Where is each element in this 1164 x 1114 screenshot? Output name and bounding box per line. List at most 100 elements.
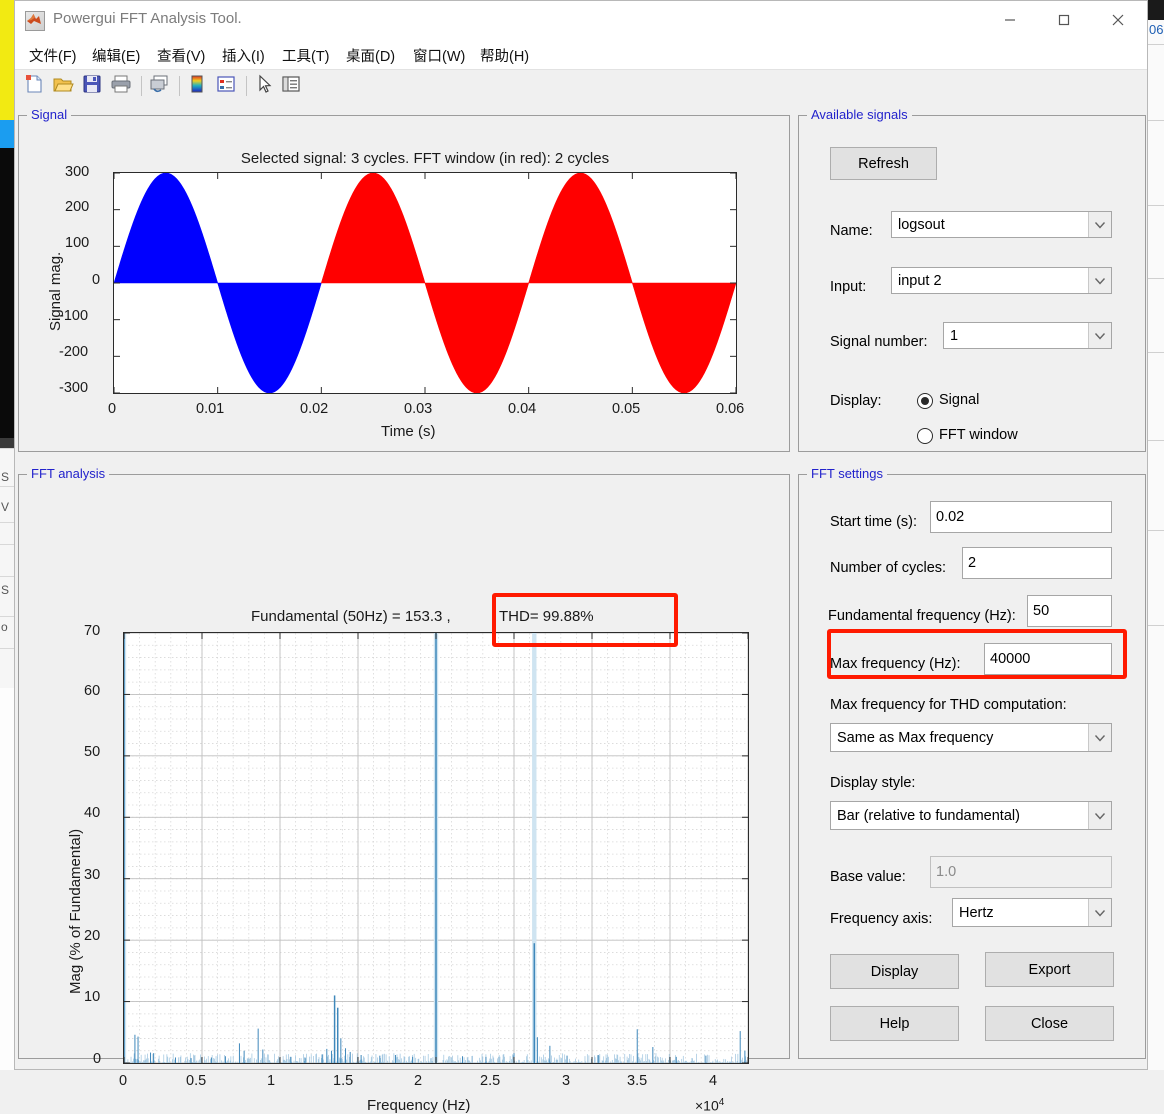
fft-plot-axes bbox=[123, 632, 749, 1064]
menu-view[interactable]: 查看(V) bbox=[151, 43, 211, 69]
chevron-down-icon[interactable] bbox=[1088, 724, 1111, 751]
radio-signal-label: Signal bbox=[939, 392, 980, 408]
fft-plot-title-fundamental: Fundamental (50Hz) = 153.3 , bbox=[251, 608, 451, 625]
powergui-fft-window: Powergui FFT Analysis Tool. 文件(F) 编辑(E) … bbox=[14, 0, 1148, 1114]
chevron-down-icon[interactable] bbox=[1088, 268, 1111, 293]
radio-signal-dot bbox=[921, 397, 929, 405]
fft-xtick-0: 0 bbox=[119, 1073, 128, 1089]
fft-plot-title-thd: THD= 99.88% bbox=[499, 608, 594, 625]
print-figure-icon[interactable] bbox=[110, 73, 136, 99]
save-figure-icon[interactable] bbox=[81, 73, 107, 99]
fft-ytick-40: 40 bbox=[84, 805, 101, 821]
signal-number-dropdown-value: 1 bbox=[950, 327, 959, 344]
fft-xtick-4: 4 bbox=[709, 1073, 718, 1089]
open-file-icon[interactable] bbox=[52, 73, 78, 99]
colorbar-icon[interactable] bbox=[186, 73, 212, 99]
signal-ytick-200: 200 bbox=[65, 199, 90, 215]
fft-xtick-2: 2 bbox=[414, 1073, 423, 1089]
fft-xtick-15: 1.5 bbox=[333, 1073, 354, 1089]
fft-xaxis-exponent: ×104 bbox=[695, 1097, 724, 1114]
menu-insert[interactable]: 插入(I) bbox=[216, 43, 271, 69]
frequency-axis-label: Frequency axis: bbox=[830, 911, 933, 927]
input-dropdown-value: input 2 bbox=[898, 272, 942, 289]
display-style-dropdown[interactable]: Bar (relative to fundamental) bbox=[830, 801, 1112, 830]
background-blue-area bbox=[0, 120, 14, 148]
signal-plot-title: Selected signal: 3 cycles. FFT window (i… bbox=[240, 150, 610, 167]
fft-ytick-20: 20 bbox=[84, 928, 101, 944]
fft-ytick-60: 60 bbox=[84, 683, 101, 699]
link-plot-icon[interactable] bbox=[148, 73, 174, 99]
background-gray-area bbox=[0, 438, 14, 448]
number-of-cycles-field[interactable]: 2 bbox=[962, 547, 1112, 579]
name-dropdown[interactable]: logsout bbox=[891, 211, 1112, 238]
fft-xaxis-exponent-base: ×10 bbox=[695, 1097, 719, 1114]
signal-number-dropdown[interactable]: 1 bbox=[943, 322, 1112, 349]
fft-xtick-35: 3.5 bbox=[627, 1073, 648, 1089]
chevron-down-icon[interactable] bbox=[1088, 802, 1111, 829]
fundamental-frequency-label: Fundamental frequency (Hz): bbox=[828, 608, 1016, 624]
fft-ytick-30: 30 bbox=[84, 867, 101, 883]
menu-tools[interactable]: 工具(T) bbox=[276, 43, 336, 69]
title-bar: Powergui FFT Analysis Tool. bbox=[15, 1, 1147, 65]
legend-icon[interactable] bbox=[215, 73, 241, 99]
minimize-button[interactable] bbox=[987, 1, 1033, 39]
display-button[interactable]: Display bbox=[830, 954, 959, 989]
chevron-down-icon[interactable] bbox=[1088, 899, 1111, 926]
signal-plot-axes bbox=[113, 172, 737, 394]
refresh-button[interactable]: Refresh bbox=[830, 147, 937, 180]
frequency-axis-dropdown[interactable]: Hertz bbox=[952, 898, 1112, 927]
signal-ytick-m200: -200 bbox=[59, 344, 89, 360]
menu-window[interactable]: 窗口(W) bbox=[407, 43, 471, 69]
menu-desktop[interactable]: 桌面(D) bbox=[340, 43, 401, 69]
max-frequency-field[interactable]: 40000 bbox=[984, 643, 1112, 675]
name-dropdown-value: logsout bbox=[898, 216, 945, 233]
signal-xtick-004: 0.04 bbox=[508, 401, 537, 417]
base-value-label: Base value: bbox=[830, 869, 906, 885]
signal-xtick-003: 0.03 bbox=[404, 401, 433, 417]
available-signals-title: Available signals bbox=[807, 107, 912, 122]
close-button[interactable] bbox=[1095, 1, 1141, 39]
fft-settings-panel: FFT settings Start time (s): 0.02 Number… bbox=[798, 466, 1146, 1059]
max-frequency-thd-value: Same as Max frequency bbox=[837, 729, 994, 746]
fft-xaxis-exponent-power: 4 bbox=[718, 1097, 725, 1108]
start-time-field[interactable]: 0.02 bbox=[930, 501, 1112, 533]
fft-analysis-title: FFT analysis bbox=[27, 466, 110, 481]
maximize-button[interactable] bbox=[1041, 1, 1087, 39]
data-inspector-icon[interactable] bbox=[280, 73, 306, 99]
radio-fft-window-circle bbox=[917, 428, 933, 444]
fft-xtick-05: 0.5 bbox=[186, 1073, 207, 1089]
display-style-label: Display style: bbox=[830, 775, 916, 791]
number-of-cycles-label: Number of cycles: bbox=[830, 560, 947, 576]
base-value-field[interactable]: 1.0 bbox=[930, 856, 1112, 888]
input-dropdown[interactable]: input 2 bbox=[891, 267, 1112, 294]
menu-edit[interactable]: 编辑(E) bbox=[86, 43, 146, 69]
max-frequency-thd-label: Max frequency for THD computation: bbox=[830, 697, 1067, 713]
background-right-text: 06 bbox=[1149, 22, 1164, 37]
fft-ytick-50: 50 bbox=[84, 744, 101, 760]
start-time-label: Start time (s): bbox=[830, 514, 918, 530]
fft-analysis-panel: FFT analysis Fundamental (50Hz) = 153.3 … bbox=[18, 466, 790, 1114]
content-area: Signal Selected signal: 3 cycles. FFT wi… bbox=[15, 101, 1147, 1114]
pointer-icon[interactable] bbox=[253, 73, 279, 99]
fft-xtick-25: 2.5 bbox=[480, 1073, 501, 1089]
max-frequency-thd-dropdown[interactable]: Same as Max frequency bbox=[830, 723, 1112, 752]
menu-bar: 文件(F) 编辑(E) 查看(V) 插入(I) 工具(T) 桌面(D) 窗口(W… bbox=[15, 39, 1147, 69]
help-button[interactable]: Help bbox=[830, 1006, 959, 1041]
frequency-axis-value: Hertz bbox=[959, 904, 994, 921]
signal-yaxis-label: Signal mag. bbox=[47, 251, 64, 331]
name-label: Name: bbox=[830, 223, 873, 239]
display-label: Display: bbox=[830, 393, 882, 409]
close-panel-button[interactable]: Close bbox=[985, 1006, 1114, 1041]
new-figure-icon[interactable] bbox=[23, 73, 49, 99]
signal-number-label: Signal number: bbox=[830, 334, 928, 350]
signal-xaxis-label: Time (s) bbox=[381, 423, 436, 440]
chevron-down-icon[interactable] bbox=[1088, 323, 1111, 348]
background-yellow-area bbox=[0, 0, 14, 120]
export-button[interactable]: Export bbox=[985, 952, 1114, 987]
menu-file[interactable]: 文件(F) bbox=[23, 43, 83, 69]
chevron-down-icon[interactable] bbox=[1088, 212, 1111, 237]
background-right-dark bbox=[1148, 0, 1164, 20]
menu-help[interactable]: 帮助(H) bbox=[474, 43, 535, 69]
signal-xtick-001: 0.01 bbox=[196, 401, 225, 417]
fundamental-frequency-field[interactable]: 50 bbox=[1027, 595, 1112, 627]
